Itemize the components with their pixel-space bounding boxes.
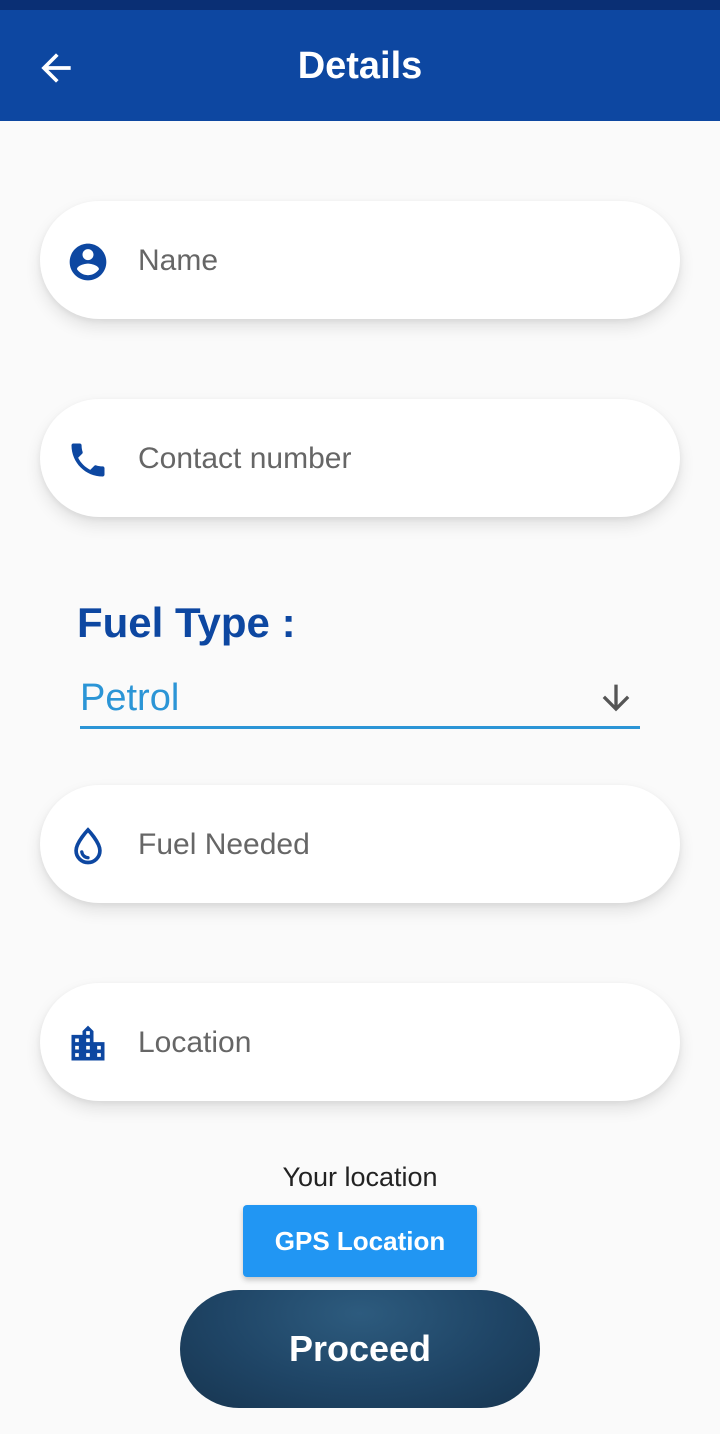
page-title: Details <box>297 45 423 87</box>
fuel-type-selected-value: Petrol <box>80 677 180 719</box>
location-field-container[interactable] <box>40 983 680 1101</box>
fuel-needed-input[interactable] <box>136 815 660 875</box>
status-bar <box>0 0 720 10</box>
your-location-label: Your location <box>282 1162 438 1192</box>
name-field-container[interactable] <box>40 201 680 319</box>
gps-location-button[interactable]: GPS Location <box>243 1205 477 1277</box>
name-input[interactable] <box>136 231 660 291</box>
contact-number-input[interactable] <box>136 429 660 489</box>
fuel-needed-field-container[interactable] <box>40 785 680 903</box>
contact-field-container[interactable] <box>40 399 680 517</box>
fuel-type-label: Fuel Type : <box>77 599 296 646</box>
arrow-down-icon <box>602 684 630 712</box>
proceed-button[interactable]: Proceed <box>180 1290 540 1408</box>
phone-icon <box>71 443 105 477</box>
account-circle-icon <box>69 243 107 281</box>
water-drop-icon <box>74 827 102 865</box>
app-bar: Details <box>0 10 720 121</box>
fuel-type-dropdown[interactable]: Petrol <box>80 670 640 729</box>
location-city-icon <box>71 1025 105 1061</box>
location-input[interactable] <box>136 1013 660 1073</box>
